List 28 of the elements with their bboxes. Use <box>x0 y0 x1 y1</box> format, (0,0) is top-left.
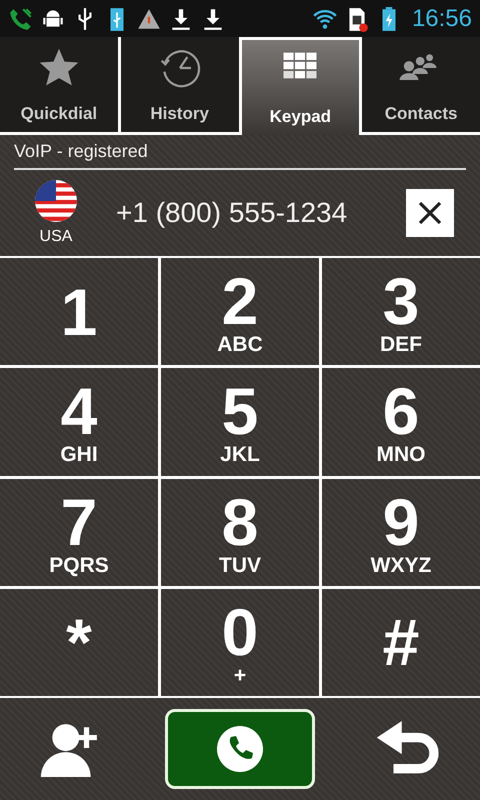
flag-icon <box>35 180 77 222</box>
tab[interactable]: Contacts <box>362 37 480 135</box>
clear-button[interactable] <box>406 189 454 237</box>
dial-key[interactable]: 3 DEF <box>322 258 480 366</box>
dial-key[interactable]: 6 MNO <box>322 368 480 476</box>
dial-key[interactable]: 5 JKL <box>161 368 319 476</box>
tab-label: Keypad <box>270 107 332 127</box>
tab-label: History <box>150 104 209 124</box>
phone-icon <box>8 6 34 32</box>
dial-key[interactable]: 1 <box>0 258 158 366</box>
tab[interactable]: Keypad <box>238 37 362 135</box>
phone-number: +1 (800) 555-1234 <box>116 197 348 229</box>
dial-key[interactable]: 9 WXYZ <box>322 478 480 586</box>
tab-label: Contacts <box>384 104 458 124</box>
clock-time: 16:56 <box>412 4 472 32</box>
dial-key[interactable]: 2 ABC <box>161 258 319 366</box>
call-button[interactable] <box>165 709 315 789</box>
account-status: VoIP - registered <box>14 141 148 162</box>
dial-key[interactable]: 4 GHI <box>0 368 158 476</box>
country-selector[interactable]: USA <box>26 180 86 246</box>
phone-icon <box>216 725 264 773</box>
dial-key[interactable]: # <box>322 588 480 696</box>
tab[interactable]: Quickdial <box>0 37 118 135</box>
dial-key[interactable]: 0 + <box>161 588 319 696</box>
dial-key[interactable]: * <box>0 588 158 696</box>
dial-key[interactable]: 8 TUV <box>161 478 319 586</box>
tab-label: Quickdial <box>20 104 98 124</box>
dial-key[interactable]: 7 PQRS <box>0 478 158 586</box>
